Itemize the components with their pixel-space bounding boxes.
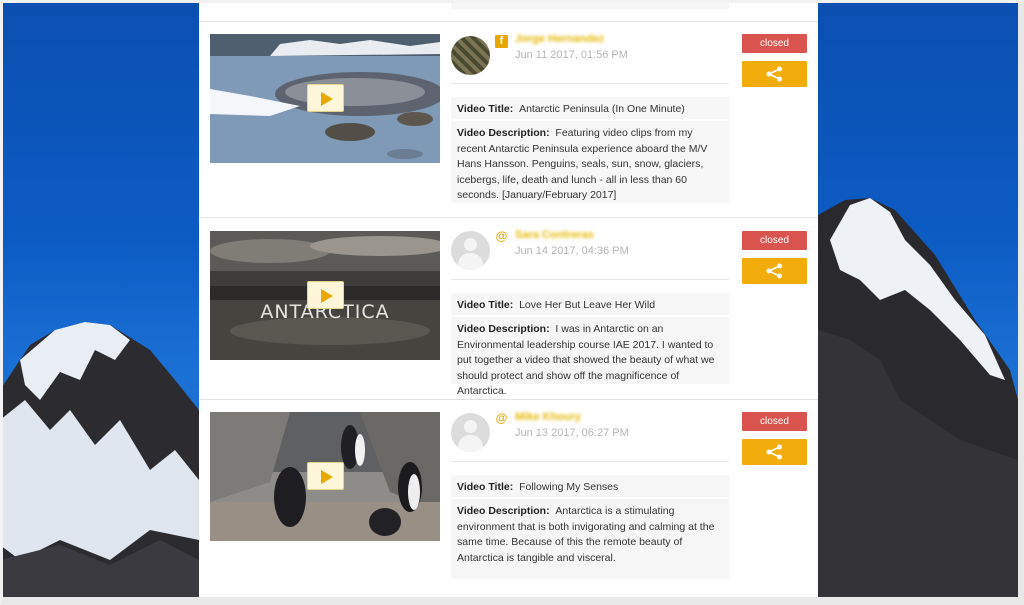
- video-title-field: Video Title: Following My Senses: [451, 475, 729, 497]
- video-description-label: Video Description:: [457, 127, 550, 139]
- video-description-label: Video Description:: [457, 505, 550, 517]
- submissions-panel: f Jorge Hernandez Jun 11 2017, 01:56 PM …: [199, 0, 818, 598]
- video-title-label: Video Title:: [457, 481, 514, 493]
- facebook-icon: f: [495, 35, 508, 48]
- post-date: Jun 14 2017, 04:36 PM: [515, 245, 629, 257]
- video-description-label: Video Description:: [457, 323, 550, 335]
- previous-card-field: [451, 0, 729, 9]
- divider: [451, 83, 729, 84]
- share-icon: [766, 444, 782, 460]
- post-date: Jun 11 2017, 01:56 PM: [515, 49, 628, 61]
- video-description-field: Video Description: Antarctica is a stimu…: [451, 499, 729, 579]
- post-date: Jun 13 2017, 06:27 PM: [515, 427, 629, 439]
- username[interactable]: Sara Contreras: [515, 229, 594, 241]
- share-button[interactable]: [742, 61, 807, 87]
- divider: [451, 461, 729, 462]
- play-button[interactable]: [307, 84, 344, 112]
- play-button[interactable]: [307, 281, 344, 309]
- video-title: Following My Senses: [519, 481, 619, 493]
- at-icon: @: [495, 229, 508, 243]
- share-button[interactable]: [742, 258, 807, 284]
- video-description-field: Video Description: Featuring video clips…: [451, 121, 729, 203]
- video-title: Love Her But Leave Her Wild: [519, 299, 656, 311]
- previous-card-bottom: [199, 0, 818, 22]
- video-thumbnail[interactable]: [210, 412, 440, 541]
- video-title-label: Video Title:: [457, 299, 514, 311]
- video-thumbnail[interactable]: [210, 34, 440, 163]
- share-icon: [766, 263, 782, 279]
- video-title-field: Video Title: Love Her But Leave Her Wild: [451, 293, 729, 315]
- share-icon: [766, 66, 782, 82]
- at-icon: @: [495, 411, 508, 425]
- avatar: [451, 231, 490, 270]
- avatar: [451, 413, 490, 452]
- status-badge[interactable]: closed: [742, 34, 807, 53]
- status-badge[interactable]: closed: [742, 412, 807, 431]
- video-title-label: Video Title:: [457, 103, 514, 115]
- video-description-field: Video Description: I was in Antarctic on…: [451, 317, 729, 397]
- divider: [451, 279, 729, 280]
- submission-card: ANTARCTICA @ Sara Contreras Jun 14 2017,…: [199, 219, 818, 400]
- share-button[interactable]: [742, 439, 807, 465]
- submission-card: f Jorge Hernandez Jun 11 2017, 01:56 PM …: [199, 23, 818, 218]
- username[interactable]: Jorge Hernandez: [515, 33, 604, 45]
- status-badge[interactable]: closed: [742, 231, 807, 250]
- video-title: Antarctic Peninsula (In One Minute): [519, 103, 685, 115]
- video-thumbnail[interactable]: ANTARCTICA: [210, 231, 440, 360]
- video-title-field: Video Title: Antarctic Peninsula (In One…: [451, 97, 729, 119]
- avatar: [451, 36, 490, 75]
- submission-card: @ Mike Khoury Jun 13 2017, 06:27 PM Vide…: [199, 401, 818, 598]
- play-button[interactable]: [307, 462, 344, 490]
- username[interactable]: Mike Khoury: [515, 411, 581, 423]
